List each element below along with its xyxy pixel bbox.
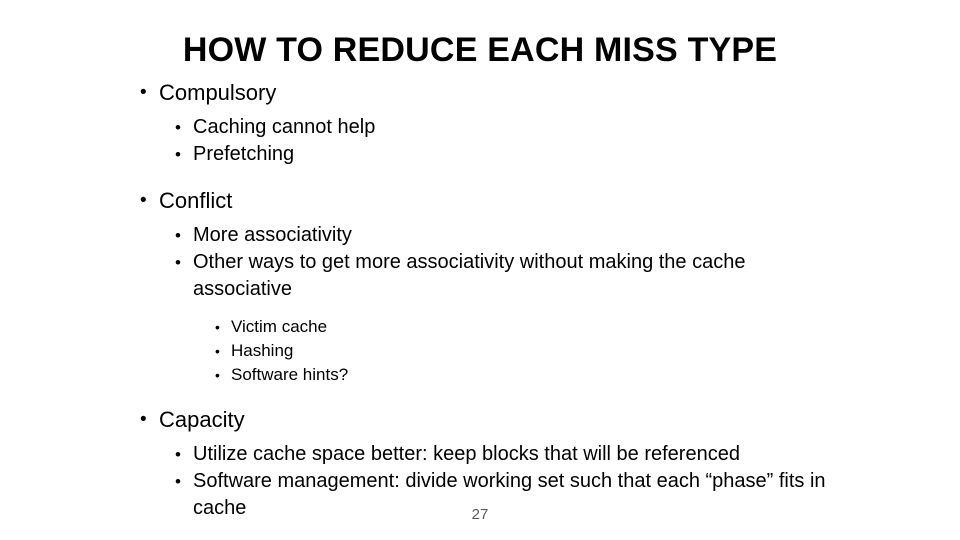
bullet-level2-label: Prefetching: [193, 143, 295, 165]
page-title: HOW TO REDUCE EACH MISS TYPE: [182, 31, 778, 69]
bullet-level2-other-ways: • Other ways to get more associativity w…: [175, 249, 830, 303]
bullet-level2-utilize-cache-space: • Utilize cache space better: keep block…: [175, 441, 830, 468]
bullet-dot-icon: •: [140, 409, 147, 430]
bullet-dot-icon: •: [175, 253, 181, 272]
bullet-dot-icon: •: [175, 226, 181, 245]
bullet-dot-icon: •: [175, 118, 181, 137]
bullet-level3-hashing: • Hashing: [215, 339, 830, 363]
bullet-dot-icon: •: [215, 367, 220, 383]
bullet-level2-label: More associativity: [193, 224, 352, 246]
bullet-level3-label: Software hints?: [231, 365, 349, 384]
page-number: 27: [471, 506, 489, 523]
bullet-dot-icon: •: [215, 343, 220, 359]
bullet-level2-label: Caching cannot help: [193, 116, 376, 138]
bullet-level2-more-associativity: • More associativity: [175, 222, 830, 249]
bullet-dot-icon: •: [175, 145, 181, 164]
slide-body: • Compulsory • Caching cannot help • Pre…: [140, 78, 830, 522]
presentation-slide: HOW TO REDUCE EACH MISS TYPE • Compulsor…: [0, 0, 960, 540]
bullet-dot-icon: •: [140, 190, 147, 211]
bullet-dot-icon: •: [175, 472, 181, 491]
bullet-level1-label: Capacity: [159, 407, 245, 432]
bullet-dot-icon: •: [175, 445, 181, 464]
bullet-level3-victim-cache: • Victim cache: [215, 315, 830, 339]
bullet-level2-caching-cannot-help: • Caching cannot help: [175, 114, 830, 141]
bullet-level2-prefetching: • Prefetching: [175, 141, 830, 168]
bullet-level1-label: Compulsory: [159, 80, 277, 105]
bullet-dot-icon: •: [215, 319, 220, 335]
bullet-level1-label: Conflict: [159, 188, 233, 213]
bullet-level3-label: Hashing: [231, 341, 294, 360]
bullet-level1-capacity: • Capacity: [140, 405, 830, 435]
bullet-level2-label: Other ways to get more associativity wit…: [193, 251, 746, 300]
bullet-level2-label: Utilize cache space better: keep blocks …: [193, 443, 740, 465]
bullet-level3-software-hints: • Software hints?: [215, 363, 830, 387]
bullet-level1-compulsory: • Compulsory: [140, 78, 830, 108]
bullet-level3-group-conflict: • Victim cache • Hashing • Software hint…: [140, 315, 830, 387]
bullet-level1-conflict: • Conflict: [140, 186, 830, 216]
bullet-dot-icon: •: [140, 82, 147, 103]
bullet-level3-label: Victim cache: [231, 317, 328, 336]
bullet-level2-group-conflict: • More associativity • Other ways to get…: [140, 222, 830, 387]
bullet-level2-group-compulsory: • Caching cannot help • Prefetching: [140, 114, 830, 168]
